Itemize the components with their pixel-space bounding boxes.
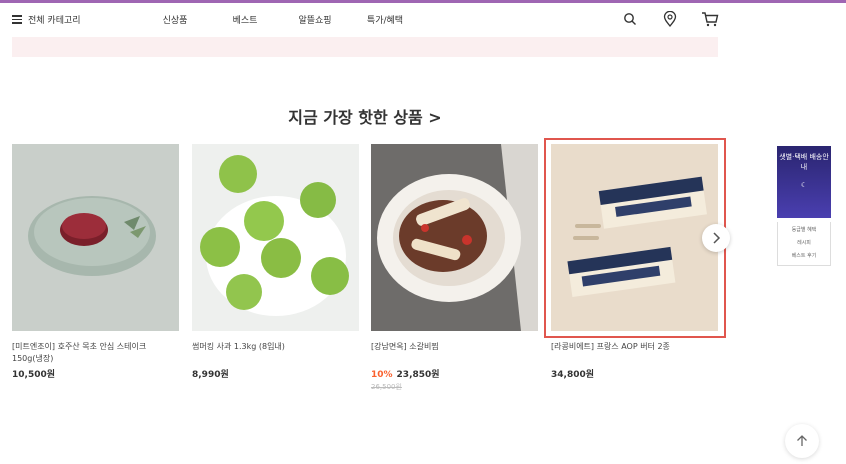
product-card[interactable]: [미트엔조이] 호주산 목초 안심 스테이크 150g(냉장) 10,500원 <box>12 144 179 380</box>
product-price-value: 8,990원 <box>192 370 229 380</box>
category-menu[interactable]: 전체 카테고리 <box>12 13 140 26</box>
category-menu-label: 전체 카테고리 <box>28 15 81 26</box>
section-title[interactable]: 지금 가장 핫한 상품 > <box>0 104 730 128</box>
sidebar-link-reviews[interactable]: 베스트 후기 <box>778 250 830 263</box>
search-icon[interactable] <box>620 9 640 29</box>
delivery-banner-text: 샛별·택배 배송안내 <box>779 153 829 171</box>
header-bar: 전체 카테고리 신상품 베스트 알뜰쇼핑 특가/혜택 <box>0 0 846 36</box>
product-discount: 10% <box>371 370 393 380</box>
product-image-galbijjim[interactable] <box>371 144 538 331</box>
product-card[interactable]: 썸머킹 사과 1.3kg (8입내) 8,990원 <box>192 144 359 380</box>
product-image-steak[interactable] <box>12 144 179 331</box>
product-price: 10,500원 <box>12 367 179 380</box>
header-icons <box>620 9 720 29</box>
product-price: 10% 23,850원 <box>371 367 538 380</box>
moon-icon: ☾ <box>800 181 808 189</box>
nav-item-best[interactable]: 베스트 <box>210 13 280 26</box>
scroll-top-button[interactable] <box>785 424 819 458</box>
sidebar-link-benefits[interactable]: 등급별 혜택 <box>778 224 830 237</box>
sidebar-link-recipes[interactable]: 레시피 <box>778 237 830 250</box>
header-accent-strip <box>0 0 846 3</box>
selected-product-highlight <box>544 138 726 338</box>
product-original-price: 26,500원 <box>371 383 402 391</box>
chevron-right-icon <box>713 232 721 244</box>
product-name[interactable]: [강남면옥] 소갈비찜 <box>371 341 538 365</box>
product-name[interactable]: [미트엔조이] 호주산 목초 안심 스테이크 150g(냉장) <box>12 341 179 365</box>
arrow-up-icon <box>797 435 807 446</box>
product-price-value: 10,500원 <box>12 370 56 380</box>
product-price: 34,800원 <box>551 367 718 380</box>
cart-icon[interactable] <box>700 9 720 29</box>
location-icon[interactable] <box>660 9 680 29</box>
product-price-value: 34,800원 <box>551 370 595 380</box>
carousel-next-button[interactable] <box>702 224 730 252</box>
product-name[interactable]: [라콩비에트] 프랑스 AOP 버터 2종 <box>551 341 718 365</box>
nav-item-bargain[interactable]: 알뜰쇼핑 <box>280 13 350 26</box>
main-nav: 전체 카테고리 신상품 베스트 알뜰쇼핑 특가/혜택 <box>12 10 420 28</box>
product-price-value: 23,850원 <box>396 370 440 380</box>
product-price: 8,990원 <box>192 367 359 380</box>
delivery-info-banner[interactable]: 샛별·택배 배송안내 ☾ <box>777 146 831 218</box>
nav-item-special[interactable]: 특가/혜택 <box>350 13 420 26</box>
product-image-apple[interactable] <box>192 144 359 331</box>
product-name[interactable]: 썸머킹 사과 1.3kg (8입내) <box>192 341 359 365</box>
product-card[interactable]: [강남면옥] 소갈비찜 10% 23,850원 26,500원 <box>371 144 538 392</box>
nav-item-new[interactable]: 신상품 <box>140 13 210 26</box>
sidebar-links: 등급별 혜택 레시피 베스트 후기 <box>777 222 831 266</box>
hamburger-icon <box>12 15 22 24</box>
promo-banner[interactable] <box>12 37 718 57</box>
